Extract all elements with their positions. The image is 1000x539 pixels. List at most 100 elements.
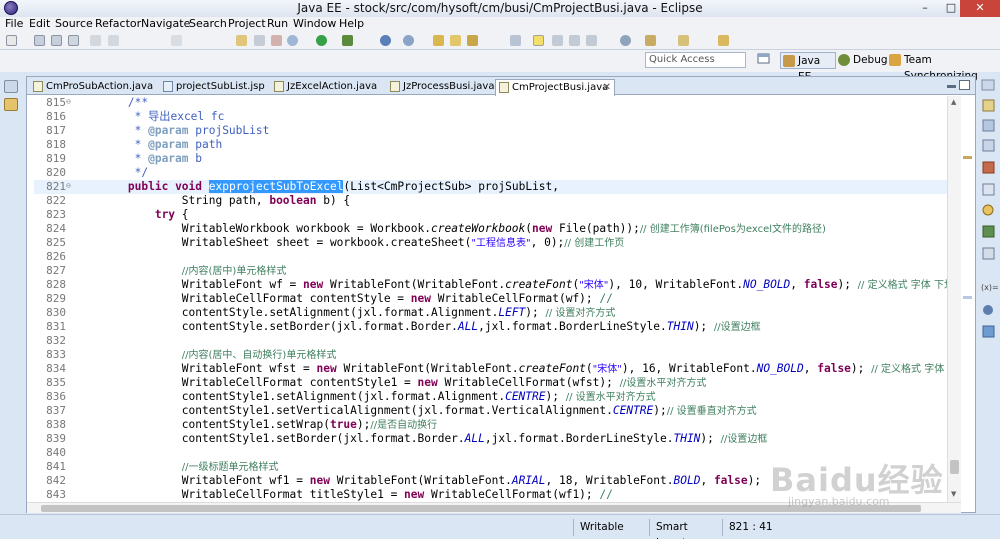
minimize-button[interactable]: –: [912, 0, 938, 17]
toggle-block-icon[interactable]: [569, 35, 580, 46]
static-field: NO_BOLD: [756, 362, 804, 375]
tab-cmprosubaction[interactable]: CmProSubAction.java: [30, 79, 158, 95]
close-window-button[interactable]: ✕: [960, 0, 1000, 17]
menu-source[interactable]: Source: [55, 17, 93, 31]
perspective-team-sync[interactable]: Team Synchronizing: [887, 52, 997, 82]
menu-refactor[interactable]: Refactor: [95, 17, 141, 31]
terminate-icon[interactable]: [271, 35, 282, 46]
tab-label: JzExcelAction.java: [287, 81, 378, 92]
external-tools-icon[interactable]: [380, 35, 391, 46]
occurrence-marker[interactable]: [963, 296, 972, 299]
save-icon[interactable]: [34, 35, 45, 46]
highlight-icon[interactable]: [533, 35, 544, 46]
redo-icon[interactable]: [171, 35, 182, 46]
code-line: 817 * @param projSubList: [34, 124, 947, 138]
code-line: 835 WritableCellFormat contentStyle1 = n…: [34, 376, 947, 390]
line-number: 830: [46, 306, 66, 319]
static-field: CENTRE: [612, 404, 654, 417]
menu-window[interactable]: Window: [293, 17, 336, 31]
print-icon[interactable]: [68, 35, 79, 46]
code-text: ), 10, WritableFont.: [608, 278, 744, 291]
scroll-up-arrow-icon[interactable]: ▲: [951, 98, 956, 106]
suspend-icon[interactable]: [236, 35, 247, 46]
perspective-java-ee[interactable]: Java EE: [780, 52, 836, 83]
tab-jzexcelaction[interactable]: JzExcelAction.java: [271, 79, 384, 95]
tab-cmprojectbusi[interactable]: CmProjectBusi.java ✕: [495, 79, 615, 96]
new-server-icon[interactable]: [403, 35, 414, 46]
scroll-down-arrow-icon[interactable]: ▼: [951, 490, 956, 498]
perspective-debug[interactable]: Debug: [836, 52, 888, 69]
cut-icon[interactable]: [90, 35, 101, 46]
code-editor[interactable]: 815⊖ /** 816 * 导出excel fc 817 * @param p…: [27, 96, 947, 502]
tab-jzprocessbusi[interactable]: JzProcessBusi.java: [387, 79, 495, 95]
tab-label: JzProcessBusi.java: [403, 81, 495, 92]
undo-icon[interactable]: [108, 35, 119, 46]
menu-file[interactable]: File: [5, 17, 23, 31]
code-text: WritableCellFormat(wf1);: [424, 488, 600, 501]
menu-navigate[interactable]: Navigate: [141, 17, 190, 31]
line-number: 833: [46, 348, 66, 361]
disconnect-icon[interactable]: [287, 35, 298, 46]
package-explorer-icon[interactable]: [4, 98, 18, 111]
javadoc-text: /**: [74, 96, 149, 109]
fold-toggle-icon[interactable]: ⊖: [66, 96, 74, 108]
status-insert-mode[interactable]: Smart Insert: [649, 519, 721, 539]
coverage-icon[interactable]: [342, 35, 353, 46]
close-tab-icon[interactable]: ✕: [603, 80, 611, 95]
java-file-icon: [274, 81, 284, 92]
open-type-icon[interactable]: [450, 35, 461, 46]
fold-toggle-icon[interactable]: ⊖: [66, 180, 74, 192]
keyword: new: [303, 278, 324, 291]
scrollbar-thumb[interactable]: [950, 460, 959, 474]
restore-view-icon[interactable]: [4, 80, 18, 93]
back-icon[interactable]: [678, 35, 689, 46]
open-perspective-icon[interactable]: [757, 52, 775, 68]
maximize-editor-icon[interactable]: [959, 80, 970, 90]
line-number: 826: [46, 250, 66, 263]
debug-bug-icon: [838, 54, 850, 66]
status-cursor-position: 821 : 41: [722, 519, 800, 536]
resume-icon[interactable]: [254, 35, 265, 46]
selected-method-name[interactable]: expprojectSubToExcel: [208, 180, 344, 193]
new-class-icon[interactable]: [433, 35, 444, 46]
menu-project[interactable]: Project: [228, 17, 266, 31]
run-icon[interactable]: [316, 35, 327, 46]
show-whitespace-icon[interactable]: [586, 35, 597, 46]
static-method: createFont: [518, 362, 586, 375]
code-line: 832: [34, 334, 947, 348]
vertical-scrollbar[interactable]: ▲ ▼: [947, 96, 961, 502]
code-line: 819 * @param b: [34, 152, 947, 166]
line-number: 837: [46, 404, 66, 417]
new-icon[interactable]: [6, 35, 17, 46]
code-text: WritableWorkbook workbook = Workbook.: [74, 222, 431, 235]
keyword: new: [417, 376, 438, 389]
code-line: 815⊖ /**: [34, 96, 947, 110]
annotation-icon[interactable]: [552, 35, 563, 46]
menu-help[interactable]: Help: [339, 17, 364, 31]
code-text: (List<CmProjectSub> projSubList,: [343, 180, 560, 193]
menu-edit[interactable]: Edit: [29, 17, 50, 31]
line-number: 825: [46, 236, 66, 249]
perspective-label: Debug: [853, 54, 888, 66]
code-comment: // 设置垂直对齐方式: [666, 406, 757, 417]
jsp-file-icon: [163, 81, 173, 92]
occurrence-marker[interactable]: [963, 156, 972, 159]
code-comment: // 创建工作簿(filePos为excel文件的路径): [639, 224, 826, 235]
quick-access-input[interactable]: Quick Access: [645, 52, 746, 68]
search-icon[interactable]: [510, 35, 521, 46]
overview-ruler[interactable]: [961, 96, 975, 502]
minimize-editor-icon[interactable]: [947, 85, 956, 88]
save-all-icon[interactable]: [51, 35, 62, 46]
open-folder-icon[interactable]: [467, 35, 478, 46]
horizontal-scrollbar[interactable]: [27, 502, 961, 513]
forward-icon[interactable]: [718, 35, 729, 46]
pin-icon[interactable]: [620, 35, 631, 46]
tab-label: projectSubList.jsp: [176, 81, 265, 92]
code-text: WritableFont wf =: [74, 278, 304, 291]
annotation-ruler[interactable]: [27, 96, 34, 502]
tab-projectsublist[interactable]: projectSubList.jsp: [160, 79, 268, 95]
menu-run[interactable]: Run: [267, 17, 288, 31]
menu-search[interactable]: Search: [189, 17, 227, 31]
scrollbar-thumb[interactable]: [41, 505, 921, 512]
last-edit-icon[interactable]: [645, 35, 656, 46]
